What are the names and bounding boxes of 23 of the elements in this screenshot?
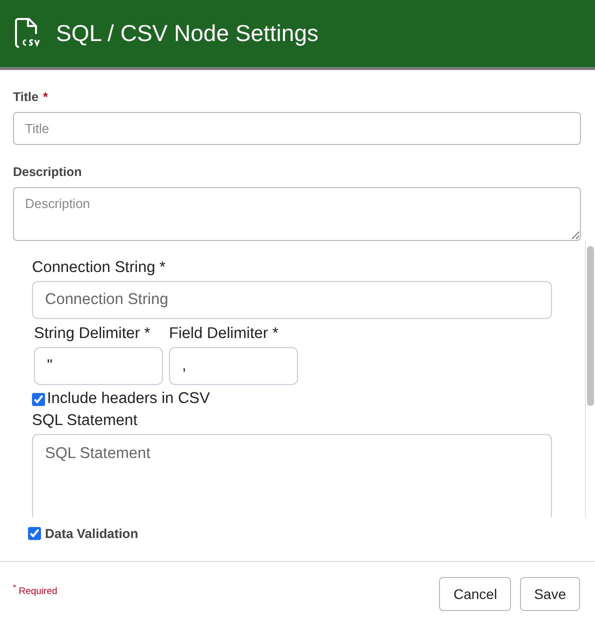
scrollbar[interactable]	[585, 241, 595, 517]
sql-statement-input[interactable]: SQL Statement	[32, 434, 552, 517]
data-validation-checkbox[interactable]	[28, 527, 41, 540]
dialog-button[interactable]: Save	[520, 577, 580, 611]
string-delimiter-input[interactable]: "	[34, 347, 163, 385]
required-mark: *	[42, 90, 48, 104]
field-label: Connection String *	[32, 259, 167, 277]
connection-string-input[interactable]: Connection String	[32, 281, 552, 319]
dialog-title: SQL / CSV Node Settings	[56, 20, 319, 47]
checkbox-label: Include headers in CSV	[47, 390, 210, 408]
title-input[interactable]: Title	[13, 112, 581, 145]
checkbox-label: Data Validation	[45, 526, 138, 541]
field-delimiter-input[interactable]: ,	[169, 347, 298, 385]
dialog-button[interactable]: Cancel	[439, 577, 512, 611]
field-label: String Delimiter *	[34, 325, 152, 343]
field-label: SQL Statement	[32, 412, 138, 430]
field-label: Title	[13, 90, 38, 104]
description-input[interactable]: Description	[13, 187, 581, 241]
required-note: $^{*}$ Required	[13, 583, 58, 598]
scrollbar-thumb[interactable]	[587, 246, 594, 406]
field-label: Description	[13, 165, 82, 179]
field-label: Field Delimiter *	[169, 325, 280, 343]
include-headers-checkbox[interactable]	[32, 392, 45, 406]
